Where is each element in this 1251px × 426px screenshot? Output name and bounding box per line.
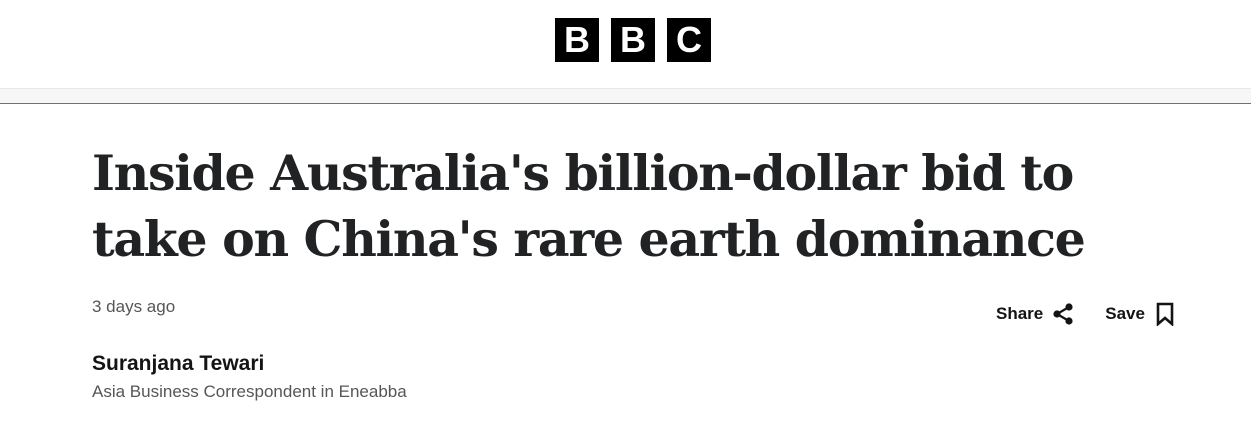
save-label: Save bbox=[1105, 304, 1145, 323]
headline-line-2: take on China's rare earth dominance bbox=[92, 210, 1086, 268]
publish-timestamp: 3 days ago bbox=[92, 297, 176, 316]
share-label: Share bbox=[996, 304, 1044, 323]
logo-letter-b1: B bbox=[555, 18, 599, 62]
logo-letter-c: C bbox=[667, 18, 711, 62]
article-actions: Share Save bbox=[996, 300, 1177, 328]
bookmark-icon bbox=[1153, 300, 1177, 328]
save-button[interactable]: Save bbox=[1105, 300, 1177, 328]
navigation-strip bbox=[0, 89, 1251, 104]
logo-letter-b2: B bbox=[611, 18, 655, 62]
share-icon bbox=[1051, 300, 1075, 328]
share-button[interactable]: Share bbox=[996, 300, 1075, 328]
bbc-logo[interactable]: B B C bbox=[555, 18, 711, 62]
author-name[interactable]: Suranjana Tewari bbox=[92, 352, 264, 376]
masthead: B B C bbox=[0, 0, 1251, 89]
article-headline: Inside Australia's billion-dollar bid to… bbox=[92, 140, 1152, 272]
headline-line-1: Inside Australia's billion-dollar bid to bbox=[92, 144, 1074, 202]
author-role: Asia Business Correspondent in Eneabba bbox=[92, 382, 407, 401]
